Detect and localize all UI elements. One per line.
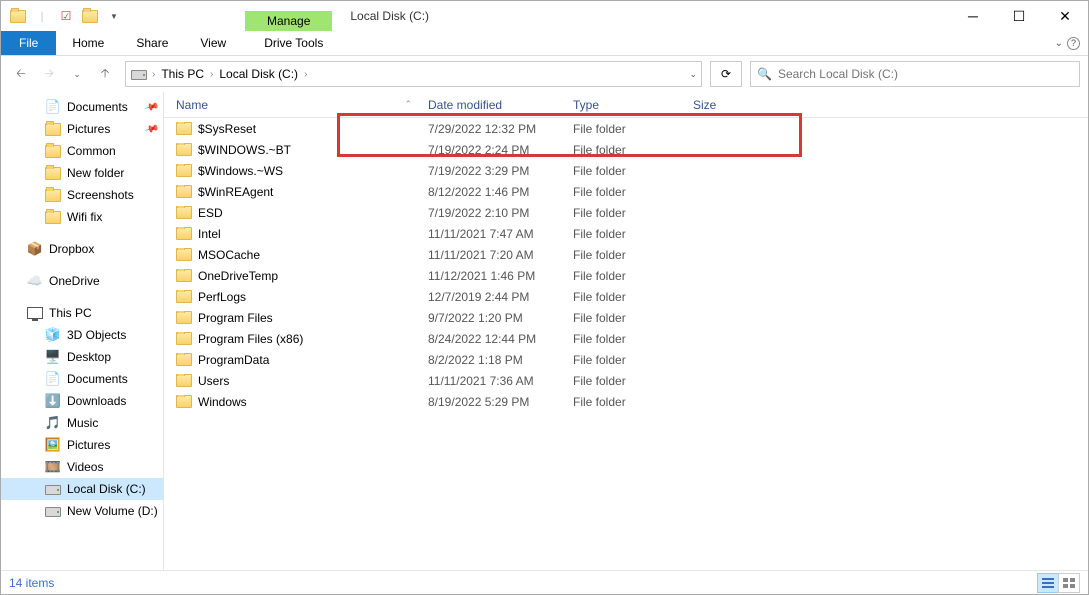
qat-customize-dropdown[interactable]: ▼ [103, 5, 125, 27]
file-row[interactable]: Users 11/11/2021 7:36 AM File folder [164, 370, 1088, 391]
navpane-item[interactable]: 🖼️Pictures [1, 434, 163, 456]
back-button[interactable]: 🡠 [9, 62, 33, 86]
folder-icon [176, 290, 192, 303]
new-folder-icon[interactable] [79, 5, 101, 27]
item-count: 14 items [9, 576, 54, 590]
file-row[interactable]: OneDriveTemp 11/12/2021 1:46 PM File fol… [164, 265, 1088, 286]
file-row[interactable]: PerfLogs 12/7/2019 2:44 PM File folder [164, 286, 1088, 307]
file-row[interactable]: ESD 7/19/2022 2:10 PM File folder [164, 202, 1088, 223]
navpane-item[interactable]: 🖥️Desktop [1, 346, 163, 368]
navigation-pane[interactable]: 📄Documents📌Pictures📌CommonNew folderScre… [1, 92, 164, 570]
content-pane: Name⌃ Date modified Type Size $SysReset … [164, 92, 1088, 570]
search-box[interactable]: 🔍 [750, 61, 1080, 87]
navpane-item[interactable]: 🎞️Videos [1, 456, 163, 478]
breadcrumb-local-disk[interactable]: Local Disk (C:) [217, 65, 300, 83]
close-button[interactable]: ✕ [1042, 1, 1088, 31]
contextual-tab-group: Manage [245, 1, 332, 31]
refresh-button[interactable]: ⟳ [710, 61, 742, 87]
status-bar: 14 items [1, 570, 1088, 594]
chevron-right-icon[interactable]: › [152, 69, 155, 80]
properties-icon[interactable]: ☑ [55, 5, 77, 27]
chevron-right-icon[interactable]: › [210, 69, 213, 80]
folder-icon [176, 185, 192, 198]
drive-icon [130, 65, 148, 83]
navpane-item[interactable]: Local Disk (C:) [1, 478, 163, 500]
navpane-item[interactable]: 📄Documents📌 [1, 96, 163, 118]
view-tab[interactable]: View [184, 31, 242, 55]
navpane-this-pc[interactable]: This PC [1, 302, 163, 324]
folder-icon [176, 395, 192, 408]
details-view-button[interactable] [1037, 573, 1059, 593]
folder-icon [7, 5, 29, 27]
navpane-item[interactable]: New Volume (D:) [1, 500, 163, 522]
file-row[interactable]: Program Files (x86) 8/24/2022 12:44 PM F… [164, 328, 1088, 349]
large-icons-view-button[interactable] [1058, 573, 1080, 593]
chevron-right-icon[interactable]: › [304, 69, 307, 80]
navpane-onedrive[interactable]: ☁️OneDrive [1, 270, 163, 292]
ribbon-tabs: File Home Share View Drive Tools ⌄? [1, 31, 1088, 56]
manage-tab[interactable]: Manage [245, 11, 332, 31]
up-button[interactable]: 🡡 [93, 62, 117, 86]
folder-icon [176, 206, 192, 219]
folder-icon [176, 122, 192, 135]
file-row[interactable]: ProgramData 8/2/2022 1:18 PM File folder [164, 349, 1088, 370]
search-icon: 🔍 [757, 67, 772, 81]
navpane-item[interactable]: ⬇️Downloads [1, 390, 163, 412]
file-row[interactable]: MSOCache 11/11/2021 7:20 AM File folder [164, 244, 1088, 265]
folder-icon [176, 374, 192, 387]
sort-indicator-icon: ⌃ [404, 99, 412, 110]
file-row[interactable]: $WINDOWS.~BT 7/19/2022 2:24 PM File fold… [164, 139, 1088, 160]
file-row[interactable]: Program Files 9/7/2022 1:20 PM File fold… [164, 307, 1088, 328]
column-type[interactable]: Type [565, 92, 685, 117]
navpane-item[interactable]: 🎵Music [1, 412, 163, 434]
file-row[interactable]: $SysReset 7/29/2022 12:32 PM File folder [164, 118, 1088, 139]
folder-icon [176, 332, 192, 345]
column-size[interactable]: Size [685, 92, 745, 117]
folder-icon [176, 143, 192, 156]
navpane-item[interactable]: 📄Documents [1, 368, 163, 390]
file-list: $SysReset 7/29/2022 12:32 PM File folder… [164, 118, 1088, 412]
file-tab[interactable]: File [1, 31, 56, 55]
pin-icon: 📌 [143, 121, 159, 137]
drive-tools-tab[interactable]: Drive Tools [248, 31, 339, 55]
address-bar[interactable]: › This PC › Local Disk (C:) › ⌄ [125, 61, 702, 87]
navpane-item[interactable]: 🧊3D Objects [1, 324, 163, 346]
minimize-button[interactable]: ─ [950, 1, 996, 31]
recent-dropdown[interactable]: ⌄ [65, 62, 89, 86]
maximize-button[interactable]: ☐ [996, 1, 1042, 31]
column-name[interactable]: Name⌃ [164, 92, 420, 117]
folder-icon [176, 164, 192, 177]
navpane-dropbox[interactable]: 📦Dropbox [1, 238, 163, 260]
column-date[interactable]: Date modified [420, 92, 565, 117]
folder-icon [176, 353, 192, 366]
window-title: Local Disk (C:) [350, 9, 429, 23]
navigation-bar: 🡠 🡢 ⌄ 🡡 › This PC › Local Disk (C:) › ⌄ … [1, 56, 1088, 92]
file-row[interactable]: $Windows.~WS 7/19/2022 3:29 PM File fold… [164, 160, 1088, 181]
pin-icon: 📌 [143, 99, 159, 115]
ribbon-expand[interactable]: ⌄? [1047, 37, 1088, 50]
forward-button[interactable]: 🡢 [37, 62, 61, 86]
quick-access-toolbar: | ☑ ▼ [1, 5, 125, 27]
file-row[interactable]: $WinREAgent 8/12/2022 1:46 PM File folde… [164, 181, 1088, 202]
folder-icon [176, 311, 192, 324]
navpane-item[interactable]: Screenshots [1, 184, 163, 206]
folder-icon [176, 269, 192, 282]
share-tab[interactable]: Share [120, 31, 184, 55]
navpane-item[interactable]: Common [1, 140, 163, 162]
folder-icon [176, 227, 192, 240]
titlebar: | ☑ ▼ Manage Local Disk (C:) ─ ☐ ✕ [1, 1, 1088, 31]
home-tab[interactable]: Home [56, 31, 120, 55]
address-dropdown[interactable]: ⌄ [689, 69, 697, 80]
column-headers: Name⌃ Date modified Type Size [164, 92, 1088, 118]
navpane-item[interactable]: New folder [1, 162, 163, 184]
file-row[interactable]: Intel 11/11/2021 7:47 AM File folder [164, 223, 1088, 244]
search-input[interactable] [778, 67, 1073, 81]
folder-icon [176, 248, 192, 261]
breadcrumb-this-pc[interactable]: This PC [159, 65, 206, 83]
navpane-item[interactable]: Wifi fix [1, 206, 163, 228]
help-icon: ? [1067, 37, 1080, 50]
divider: | [31, 5, 53, 27]
file-row[interactable]: Windows 8/19/2022 5:29 PM File folder [164, 391, 1088, 412]
navpane-item[interactable]: Pictures📌 [1, 118, 163, 140]
